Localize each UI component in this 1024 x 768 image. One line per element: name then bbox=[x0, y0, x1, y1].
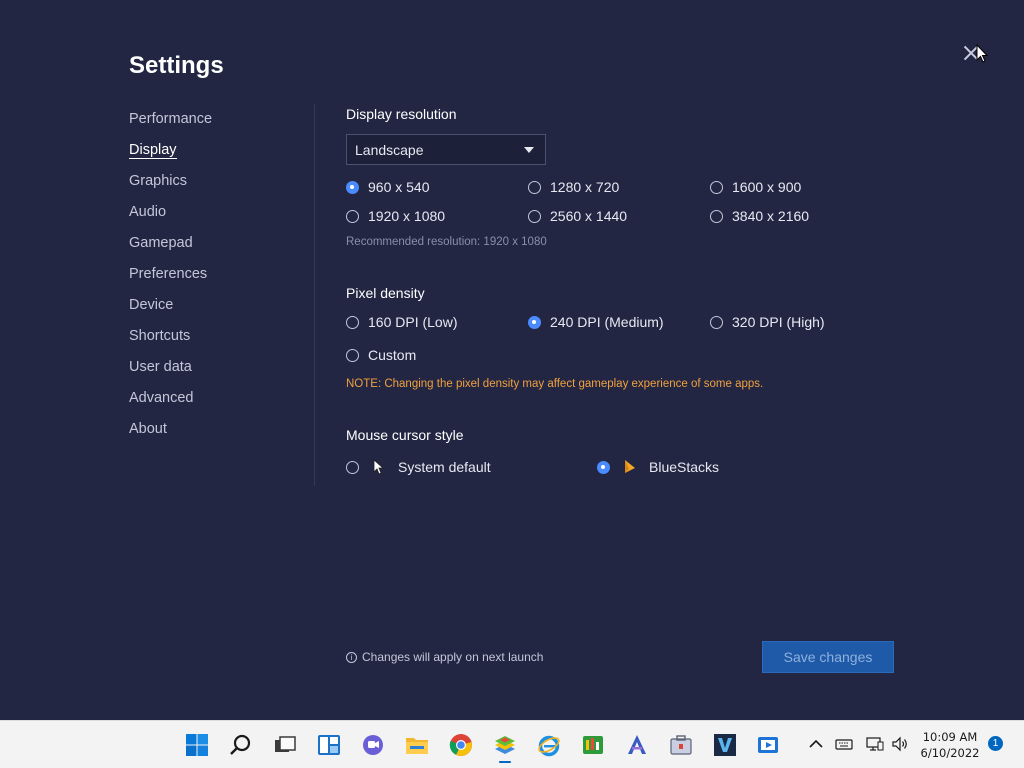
radio-dot bbox=[346, 180, 359, 194]
orientation-dropdown[interactable]: Landscape bbox=[346, 134, 546, 165]
bluestacks-cursor-icon bbox=[625, 460, 635, 473]
file-explorer-icon[interactable] bbox=[405, 733, 429, 757]
resolution-3840x2160-radio[interactable]: 3840 x 2160 bbox=[710, 208, 809, 224]
radio-dot bbox=[528, 180, 541, 194]
volume-icon[interactable] bbox=[891, 735, 909, 753]
media-player-icon[interactable] bbox=[757, 733, 781, 757]
mouse-cursor-style-label: Mouse cursor style bbox=[346, 427, 464, 443]
pixel-density-label: Pixel density bbox=[346, 285, 425, 301]
app-a-icon[interactable] bbox=[625, 733, 649, 757]
resolution-1600x900-radio[interactable]: 1600 x 900 bbox=[710, 179, 801, 195]
network-icon[interactable] bbox=[866, 735, 884, 753]
nav-item-display[interactable]: Display bbox=[129, 141, 212, 172]
apply-info: i Changes will apply on next launch bbox=[346, 650, 543, 664]
recommended-resolution-hint: Recommended resolution: 1920 x 1080 bbox=[346, 236, 547, 248]
radio-dot bbox=[346, 209, 359, 223]
save-changes-button[interactable]: Save changes bbox=[762, 641, 894, 673]
dpi-160-radio[interactable]: 160 DPI (Low) bbox=[346, 314, 457, 330]
chrome-icon[interactable] bbox=[449, 733, 473, 757]
task-view-icon[interactable] bbox=[273, 733, 297, 757]
radio-dot bbox=[528, 209, 541, 223]
resolution-1920x1080-radio[interactable]: 1920 x 1080 bbox=[346, 208, 445, 224]
radio-dot bbox=[346, 315, 359, 329]
nav-item-advanced[interactable]: Advanced bbox=[129, 389, 212, 420]
nav-item-user-data[interactable]: User data bbox=[129, 358, 212, 389]
radio-dot bbox=[528, 315, 541, 329]
chevron-down-icon bbox=[524, 147, 534, 153]
cursor-bluestacks-radio[interactable]: BlueStacks bbox=[597, 459, 719, 475]
radio-dot bbox=[710, 180, 723, 194]
nav-item-gamepad[interactable]: Gamepad bbox=[129, 234, 212, 265]
page-title: Settings bbox=[129, 52, 224, 79]
clock[interactable]: 10:09 AM 6/10/2022 bbox=[918, 729, 982, 761]
resolution-2560x1440-radio[interactable]: 2560 x 1440 bbox=[528, 208, 627, 224]
radio-dot bbox=[710, 209, 723, 223]
nav-item-preferences[interactable]: Preferences bbox=[129, 265, 212, 296]
app-v-icon[interactable] bbox=[713, 733, 737, 757]
app-green-icon[interactable] bbox=[581, 733, 605, 757]
notification-badge[interactable]: 1 bbox=[988, 736, 1003, 751]
settings-window: Settings Performance Display Graphics Au… bbox=[0, 0, 1024, 720]
search-icon[interactable] bbox=[229, 733, 253, 757]
nav-item-performance[interactable]: Performance bbox=[129, 110, 212, 141]
app-toolbox-icon[interactable] bbox=[669, 733, 693, 757]
pixel-density-note: NOTE: Changing the pixel density may aff… bbox=[346, 378, 764, 390]
radio-dot bbox=[597, 460, 610, 474]
radio-dot bbox=[710, 315, 723, 329]
windows-start-icon[interactable] bbox=[185, 733, 209, 757]
resolution-1280x720-radio[interactable]: 1280 x 720 bbox=[528, 179, 619, 195]
keyboard-icon[interactable] bbox=[835, 735, 853, 753]
bluestacks-icon bbox=[495, 736, 515, 754]
taskbar: 10:09 AM 6/10/2022 bbox=[0, 720, 1024, 768]
internet-explorer-icon[interactable] bbox=[537, 733, 561, 757]
nav-item-shortcuts[interactable]: Shortcuts bbox=[129, 327, 212, 358]
nav-item-graphics[interactable]: Graphics bbox=[129, 172, 212, 203]
mouse-pointer-icon bbox=[976, 44, 988, 63]
nav-item-audio[interactable]: Audio bbox=[129, 203, 212, 234]
clock-date: 6/10/2022 bbox=[920, 746, 980, 760]
resolution-960x540-radio[interactable]: 960 x 540 bbox=[346, 179, 430, 195]
system-cursor-icon bbox=[373, 459, 385, 475]
dpi-240-radio[interactable]: 240 DPI (Medium) bbox=[528, 314, 664, 330]
nav-divider bbox=[314, 104, 315, 486]
dpi-custom-radio[interactable]: Custom bbox=[346, 347, 416, 363]
cursor-system-default-radio[interactable]: System default bbox=[346, 459, 491, 475]
display-resolution-label: Display resolution bbox=[346, 106, 457, 122]
widgets-icon[interactable] bbox=[317, 733, 341, 757]
chevron-up-icon[interactable] bbox=[807, 735, 825, 753]
radio-dot bbox=[346, 460, 359, 474]
info-icon: i bbox=[346, 651, 357, 663]
radio-dot bbox=[346, 348, 359, 362]
settings-nav: Performance Display Graphics Audio Gamep… bbox=[129, 110, 212, 451]
orientation-value: Landscape bbox=[355, 141, 424, 158]
chat-icon[interactable] bbox=[361, 733, 385, 757]
nav-item-about[interactable]: About bbox=[129, 420, 212, 451]
nav-item-device[interactable]: Device bbox=[129, 296, 212, 327]
bluestacks-taskbar-button[interactable] bbox=[493, 733, 517, 763]
clock-time: 10:09 AM bbox=[922, 730, 978, 744]
dpi-320-radio[interactable]: 320 DPI (High) bbox=[710, 314, 825, 330]
